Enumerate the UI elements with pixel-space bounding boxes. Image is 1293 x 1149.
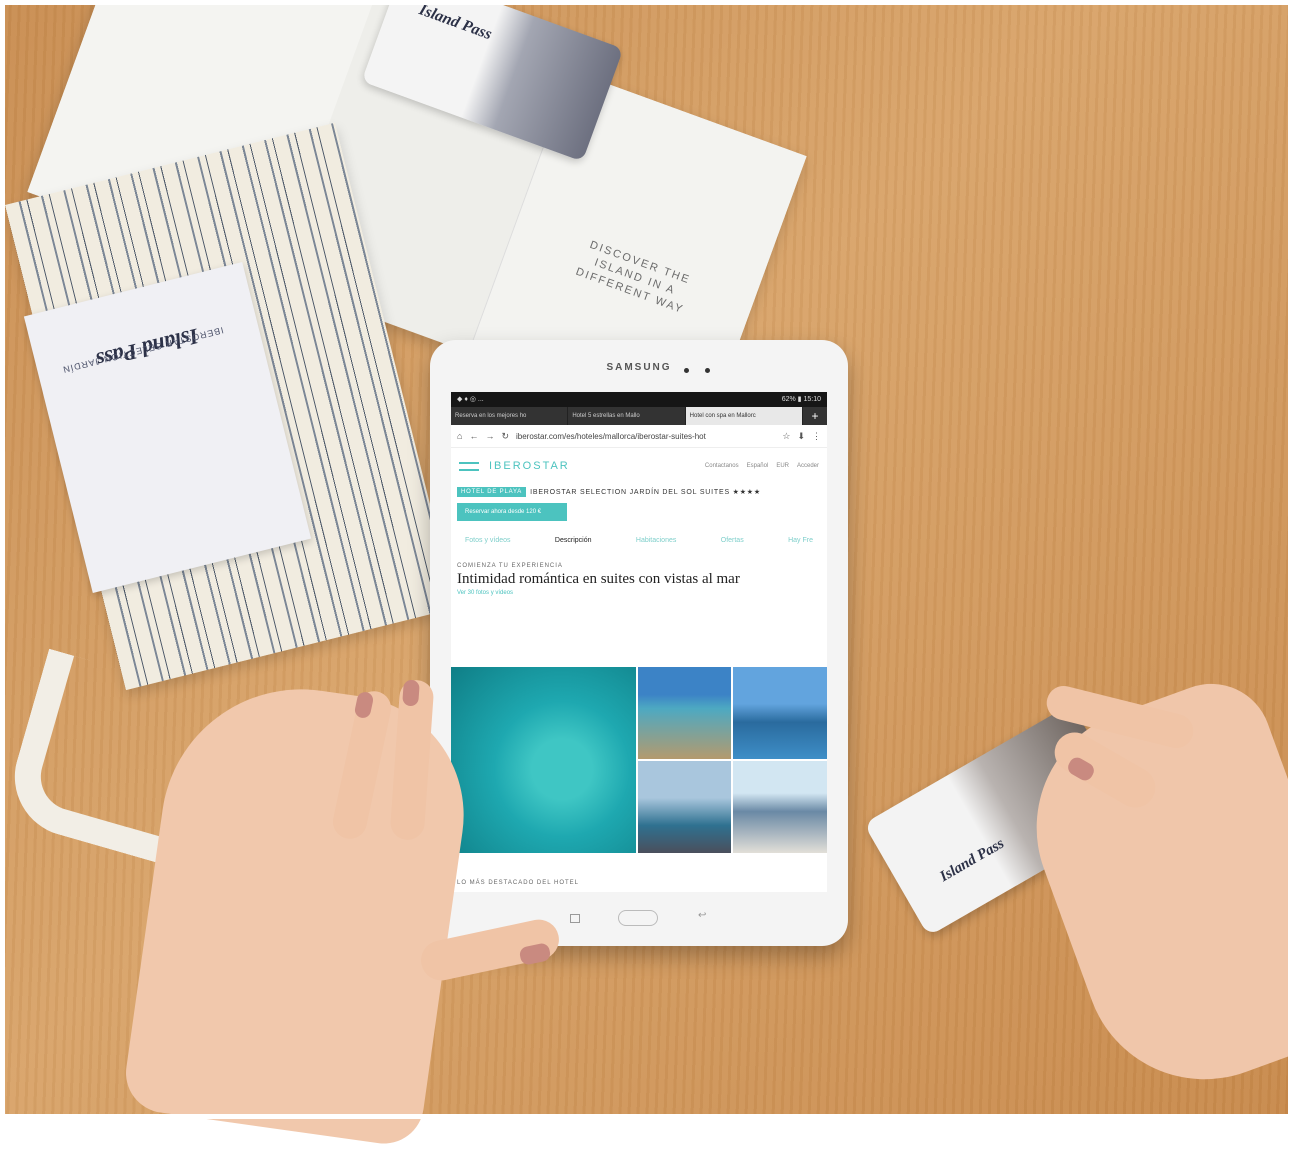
tab-offers[interactable]: Ofertas: [721, 529, 744, 553]
tablet-brand: SAMSUNG: [606, 362, 672, 373]
nav-contact[interactable]: Contactanos: [705, 463, 739, 469]
fingernail: [402, 679, 420, 707]
tab-more[interactable]: Hay Fre: [788, 529, 813, 553]
tab-rooms[interactable]: Habitaciones: [636, 529, 676, 553]
reload-icon[interactable]: ↻: [501, 431, 509, 442]
back-icon[interactable]: ↩: [698, 910, 706, 921]
browser-tab[interactable]: Hotel 5 estrellas en Mallo: [568, 407, 686, 425]
nav-currency[interactable]: EUR: [776, 463, 789, 469]
browser-tab-active[interactable]: Hotel con spa en Mallorc: [685, 407, 803, 425]
recent-apps-icon[interactable]: [570, 914, 580, 923]
home-button[interactable]: [618, 910, 658, 926]
menu-icon[interactable]: [459, 461, 479, 471]
brochure-slogan: DISCOVER THE ISLAND IN A DIFFERENT WAY: [574, 238, 693, 317]
photo-pool-aerial[interactable]: [638, 667, 731, 759]
new-tab-icon[interactable]: +: [803, 407, 827, 425]
page-headline: Intimidad romántica en suites con vistas…: [457, 571, 740, 587]
card-title: Island Pass: [937, 835, 1007, 886]
site-logo[interactable]: IBEROSTAR: [489, 460, 695, 472]
back-arrow-icon[interactable]: ←: [469, 431, 478, 441]
photo-indoor-pool[interactable]: [638, 761, 731, 853]
more-menu-icon[interactable]: ⋮: [812, 431, 821, 442]
tablet-screen: ◆ ♦ ◎ ... 62% ▮ 15:10 Reserva en los mej…: [451, 392, 827, 892]
tablet: SAMSUNG ◆ ♦ ◎ ... 62% ▮ 15:10 Reserva en…: [430, 340, 848, 946]
hotel-bar: HOTEL DE PLAYA IBEROSTAR SELECTION JARDÍ…: [451, 484, 827, 500]
section-tabs: Fotos y vídeos Descripción Habitaciones …: [451, 529, 827, 553]
status-right: 62% ▮ 15:10: [781, 396, 821, 403]
site-nav: Contactanos Español EUR Acceder: [705, 463, 819, 469]
book-now-button[interactable]: Reservar ahora desde 120 €: [457, 503, 567, 521]
section-eyebrow: COMIENZA TU EXPERIENCIA: [457, 563, 563, 569]
tab-description[interactable]: Descripción: [555, 529, 592, 553]
forward-arrow-icon[interactable]: →: [485, 431, 494, 441]
highlights-heading: LO MÁS DESTACADO DEL HOTEL: [457, 880, 580, 886]
photo-gallery: [451, 667, 827, 853]
nav-language[interactable]: Español: [747, 463, 769, 469]
photo-sea-boat[interactable]: [451, 667, 636, 853]
hotel-name: IBEROSTAR SELECTION JARDÍN DEL SOL SUITE…: [530, 489, 761, 496]
status-bar: ◆ ♦ ◎ ... 62% ▮ 15:10: [451, 392, 827, 407]
photo-pool-bay[interactable]: [733, 667, 827, 759]
photos-link[interactable]: Ver 30 fotos y vídeos: [451, 590, 827, 604]
camera-icon: [684, 368, 689, 373]
site-header: IBEROSTAR Contactanos Español EUR Accede…: [451, 448, 827, 484]
url-field[interactable]: iberostar.com/es/hoteles/mallorca/iberos…: [516, 432, 775, 441]
photo-terrace[interactable]: [733, 761, 827, 853]
card-title: Island Pass: [416, 1, 495, 44]
home-icon[interactable]: ⌂: [457, 431, 462, 441]
sensor-icon: [705, 368, 710, 373]
address-bar: ⌂ ← → ↻ iberostar.com/es/hoteles/mallorc…: [451, 425, 827, 448]
beach-hotel-badge: HOTEL DE PLAYA: [457, 487, 527, 497]
nav-login[interactable]: Acceder: [797, 463, 819, 469]
browser-tab[interactable]: Reserva en los mejores ho: [451, 407, 569, 425]
status-left: ◆ ♦ ◎ ...: [457, 396, 484, 403]
download-icon[interactable]: ⬇: [797, 431, 805, 442]
browser-tabs: Reserva en los mejores ho Hotel 5 estrel…: [451, 407, 827, 425]
star-icon[interactable]: ☆: [782, 431, 790, 442]
tab-photos[interactable]: Fotos y vídeos: [465, 529, 511, 553]
